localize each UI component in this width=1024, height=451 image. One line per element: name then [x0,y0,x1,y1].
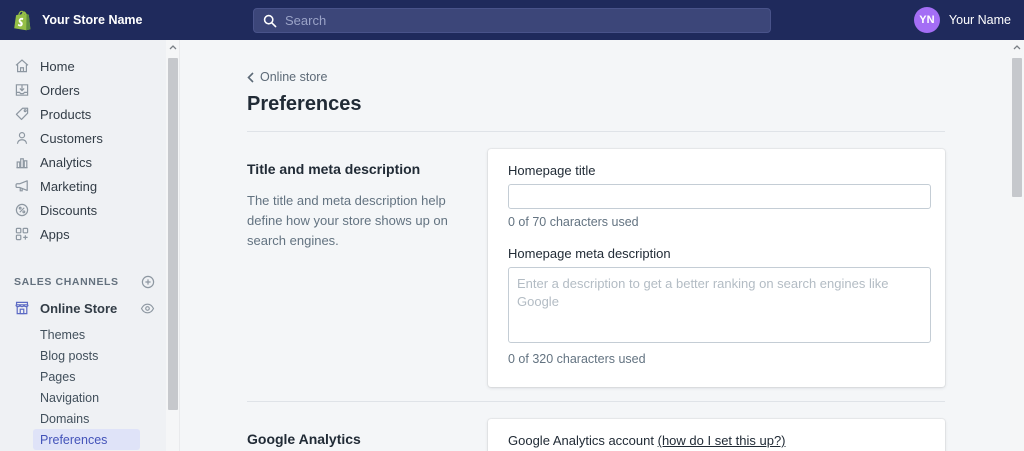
section-google-analytics: Google Analytics Google Analytics enable… [247,401,945,451]
section-description: The title and meta description help defi… [247,193,448,249]
subnav-item-preferences[interactable]: Preferences [33,429,140,450]
search-input[interactable] [285,13,761,28]
sidebar-item-analytics[interactable]: Analytics [0,150,166,174]
homepage-meta-counter: 0 of 320 characters used [508,352,646,366]
products-icon [14,106,30,122]
sidebar-item-products[interactable]: Products [0,102,166,126]
homepage-meta-label: Homepage meta description [508,246,671,261]
page-scrollbar[interactable] [1010,40,1024,451]
subnav-item-navigation[interactable]: Navigation [33,387,140,408]
orders-icon [14,82,30,98]
section-heading: Title and meta description [247,161,421,177]
section-heading: Google Analytics [247,431,361,447]
customers-icon [14,130,30,146]
home-icon [14,58,30,74]
sidebar-item-label: Discounts [40,202,98,218]
sidebar: Home Orders Products Customers Analytics… [0,40,166,451]
subnav-item-blog-posts[interactable]: Blog posts [33,345,140,366]
topbar: Your Store Name YN Your Name [0,0,1024,40]
subnav-item-themes[interactable]: Themes [33,324,140,345]
user-name: Your Name [948,13,1011,27]
page-scrollbar-thumb[interactable] [1012,58,1022,197]
sidebar-item-discounts[interactable]: Discounts [0,198,166,222]
sidebar-item-label: Customers [40,130,103,146]
search-icon [263,14,277,28]
ga-account-label: Google Analytics account [508,433,654,448]
scroll-up-icon[interactable] [1010,40,1024,55]
breadcrumb[interactable]: Online store [247,70,327,84]
chevron-left-icon [247,71,254,83]
sidebar-item-customers[interactable]: Customers [0,126,166,150]
homepage-title-label: Homepage title [508,163,596,178]
sidebar-item-marketing[interactable]: Marketing [0,174,166,198]
homepage-title-input[interactable] [508,184,931,209]
sidebar-item-apps[interactable]: Apps [0,222,166,246]
google-analytics-card: Google Analytics account (how do I set t… [488,419,945,451]
sidebar-item-label: Online Store [40,300,118,316]
marketing-icon [14,178,30,194]
store-name: Your Store Name [42,13,143,27]
page-title: Preferences [247,93,362,115]
shopify-logo-icon [13,10,32,31]
section-title-meta: Title and meta description The title and… [247,132,945,401]
analytics-icon [14,154,30,170]
homepage-meta-textarea[interactable] [508,267,931,343]
sidebar-item-label: Orders [40,82,80,98]
sidebar-item-label: Home [40,58,75,74]
sidebar-item-orders[interactable]: Orders [0,78,166,102]
homepage-title-counter: 0 of 70 characters used [508,215,639,229]
sidebar-item-label: Analytics [40,154,93,170]
sales-channels-label: SALES CHANNELS [14,276,119,288]
view-online-store-icon[interactable] [140,301,155,316]
scroll-up-icon[interactable] [166,40,179,55]
sidebar-item-online-store[interactable]: Online Store [0,296,166,320]
search-bar[interactable] [253,8,771,33]
ga-help-link[interactable]: (how do I set this up?) [658,433,786,448]
sales-channels-header: SALES CHANNELS [0,272,166,292]
online-store-icon [14,300,30,316]
sidebar-item-label: Products [40,106,92,122]
breadcrumb-label: Online store [260,70,328,84]
apps-icon [14,226,30,242]
discounts-icon [14,202,30,218]
avatar[interactable]: YN [913,7,940,33]
sidebar-scrollbar[interactable] [166,40,180,451]
sidebar-scrollbar-thumb[interactable] [168,58,178,410]
add-sales-channel-button[interactable] [141,275,155,289]
main-content: Online store Preferences Title and meta … [180,40,1010,451]
online-store-subnav: Themes Blog posts Pages Navigation Domai… [0,324,166,450]
sidebar-item-home[interactable]: Home [0,54,166,78]
title-meta-card: Homepage title 0 of 70 characters used H… [488,149,945,387]
sidebar-item-label: Marketing [40,178,98,194]
subnav-item-pages[interactable]: Pages [33,366,140,387]
brand[interactable]: Your Store Name [13,0,143,40]
user-menu[interactable]: YN Your Name [913,0,1011,40]
subnav-item-domains[interactable]: Domains [33,408,140,429]
sidebar-item-label: Apps [40,226,70,242]
